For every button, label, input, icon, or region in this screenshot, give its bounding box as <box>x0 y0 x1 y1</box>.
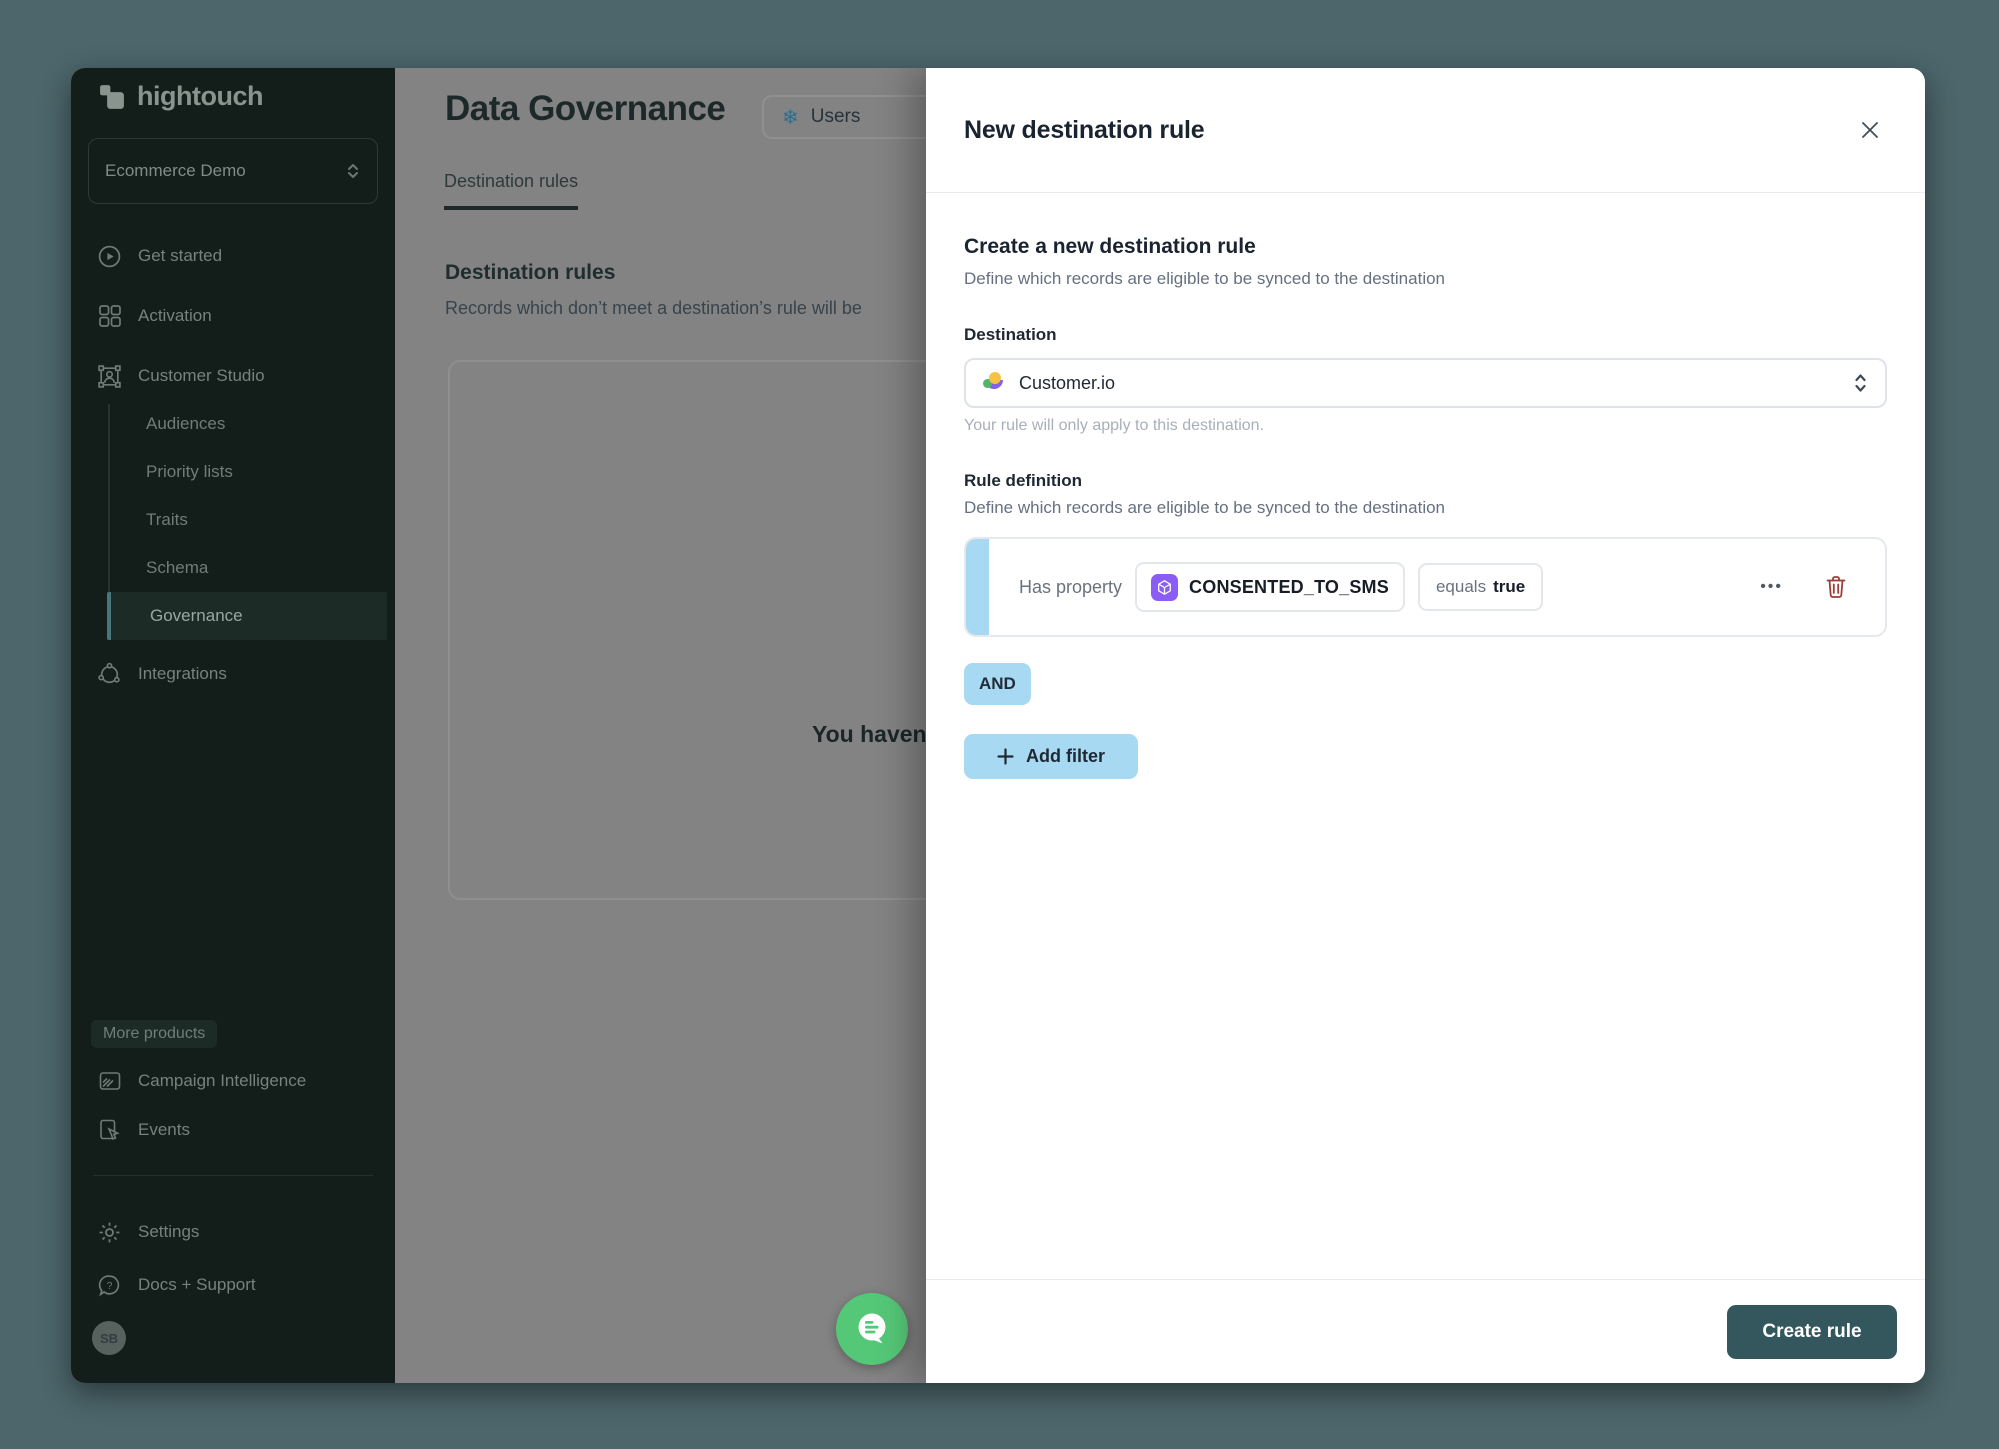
chevron-updown-icon <box>345 161 361 181</box>
sidebar-item-audiences[interactable]: Audiences <box>71 400 395 448</box>
sidebar-item-label: Governance <box>150 606 243 626</box>
desktop: { "colors": { "backdrop_teal": "#4c666b"… <box>0 0 1999 1449</box>
sidebar-item-label: Docs + Support <box>138 1275 256 1295</box>
sidebar-item-label: Customer Studio <box>138 366 265 386</box>
hightouch-logo: hightouch <box>99 81 263 112</box>
sidebar: hightouch Ecommerce Demo Get started Act… <box>71 68 395 1383</box>
grid-icon <box>97 304 122 329</box>
play-circle-icon <box>97 244 122 269</box>
rule-definition-label: Rule definition <box>964 471 1887 491</box>
hightouch-logo-icon <box>99 84 125 110</box>
drawer-footer: Create rule <box>926 1279 1925 1383</box>
svg-text:?: ? <box>107 1281 113 1292</box>
empty-state-text: You haven <box>812 721 927 748</box>
user-avatar[interactable]: SB <box>92 1321 126 1355</box>
condition-row: Has property CONSENTED_TO_SMS equals tru… <box>964 537 1887 637</box>
property-name: CONSENTED_TO_SMS <box>1189 577 1389 598</box>
delete-condition-icon[interactable] <box>1825 574 1847 600</box>
section-description: Records which don’t meet a destination’s… <box>445 298 862 319</box>
close-icon[interactable] <box>1853 113 1887 147</box>
operator-chip[interactable]: equals true <box>1418 563 1543 611</box>
condition-group-bar <box>966 539 989 635</box>
gear-icon <box>97 1220 122 1245</box>
sidebar-item-label: Settings <box>138 1222 199 1242</box>
create-rule-button[interactable]: Create rule <box>1727 1305 1897 1359</box>
property-chip[interactable]: CONSENTED_TO_SMS <box>1135 562 1405 612</box>
customerio-logo-icon <box>982 371 1006 395</box>
drawer-heading: Create a new destination rule <box>964 235 1887 259</box>
page-title: Data Governance <box>445 89 725 129</box>
sidebar-item-priority-lists[interactable]: Priority lists <box>71 448 395 496</box>
snowflake-icon: ❄ <box>782 105 799 130</box>
more-products-label: More products <box>91 1020 217 1048</box>
section-title: Destination rules <box>445 261 615 285</box>
chat-bubble-icon <box>851 1308 893 1350</box>
workspace-name: Ecommerce Demo <box>105 161 246 181</box>
sidebar-divider <box>93 1175 373 1176</box>
chat-launcher-button[interactable] <box>836 1293 908 1365</box>
logo-text: hightouch <box>137 81 263 112</box>
tab-label: Destination rules <box>444 171 578 191</box>
help-bubble-icon: ? <box>97 1273 122 1298</box>
drawer-title: New destination rule <box>964 116 1204 145</box>
sidebar-item-activation[interactable]: Activation <box>71 292 395 340</box>
sidebar-item-events[interactable]: Events <box>71 1106 395 1154</box>
person-frame-icon <box>97 364 122 389</box>
parent-model-label: Users <box>811 106 861 128</box>
sidebar-item-label: Integrations <box>138 664 227 684</box>
sidebar-item-docs-support[interactable]: ? Docs + Support <box>71 1261 395 1309</box>
operator-name: equals <box>1436 577 1486 597</box>
app-window: hightouch Ecommerce Demo Get started Act… <box>71 68 1925 1383</box>
sidebar-item-label: Audiences <box>146 414 225 434</box>
chevron-updown-icon <box>1852 370 1869 396</box>
sidebar-item-label: Priority lists <box>146 462 233 482</box>
sidebar-item-label: Events <box>138 1120 190 1140</box>
sidebar-item-campaign-intelligence[interactable]: Campaign Intelligence <box>71 1057 395 1105</box>
and-operator-badge: AND <box>964 663 1031 705</box>
chart-image-icon <box>97 1069 122 1094</box>
drawer-body: Create a new destination rule Define whi… <box>926 193 1925 1279</box>
events-cursor-icon <box>97 1118 122 1143</box>
sidebar-item-integrations[interactable]: Integrations <box>71 650 395 698</box>
sidebar-item-label: Campaign Intelligence <box>138 1071 306 1091</box>
workspace-selector[interactable]: Ecommerce Demo <box>88 138 378 204</box>
sidebar-item-label: Traits <box>146 510 188 530</box>
sidebar-item-label: Get started <box>138 246 222 266</box>
condition-prefix: Has property <box>1019 577 1122 598</box>
sidebar-item-label: Schema <box>146 558 208 578</box>
destination-value: Customer.io <box>1019 373 1115 394</box>
property-cube-icon <box>1151 574 1178 601</box>
destination-label: Destination <box>964 325 1887 345</box>
more-options-icon[interactable]: ••• <box>1760 578 1783 596</box>
destination-helper: Your rule will only apply to this destin… <box>964 417 1887 435</box>
sidebar-item-schema[interactable]: Schema <box>71 544 395 592</box>
sidebar-item-label: Activation <box>138 306 212 326</box>
avatar-initials: SB <box>100 1331 118 1346</box>
new-destination-rule-drawer: New destination rule Create a new destin… <box>926 68 1925 1383</box>
drawer-subheading: Define which records are eligible to be … <box>964 269 1887 289</box>
drawer-header: New destination rule <box>926 68 1925 193</box>
add-filter-button[interactable]: Add filter <box>964 734 1138 779</box>
sidebar-item-governance-active[interactable]: Governance <box>107 592 387 640</box>
destination-select[interactable]: Customer.io <box>964 358 1887 408</box>
integrations-icon <box>97 662 122 687</box>
add-filter-label: Add filter <box>1026 746 1105 767</box>
sidebar-item-traits[interactable]: Traits <box>71 496 395 544</box>
sidebar-item-settings[interactable]: Settings <box>71 1208 395 1256</box>
sidebar-item-customer-studio[interactable]: Customer Studio <box>71 352 395 400</box>
rule-definition-description: Define which records are eligible to be … <box>964 498 1887 518</box>
sidebar-item-get-started[interactable]: Get started <box>71 232 395 280</box>
operator-value: true <box>1493 577 1525 597</box>
tab-destination-rules[interactable]: Destination rules <box>444 171 578 210</box>
